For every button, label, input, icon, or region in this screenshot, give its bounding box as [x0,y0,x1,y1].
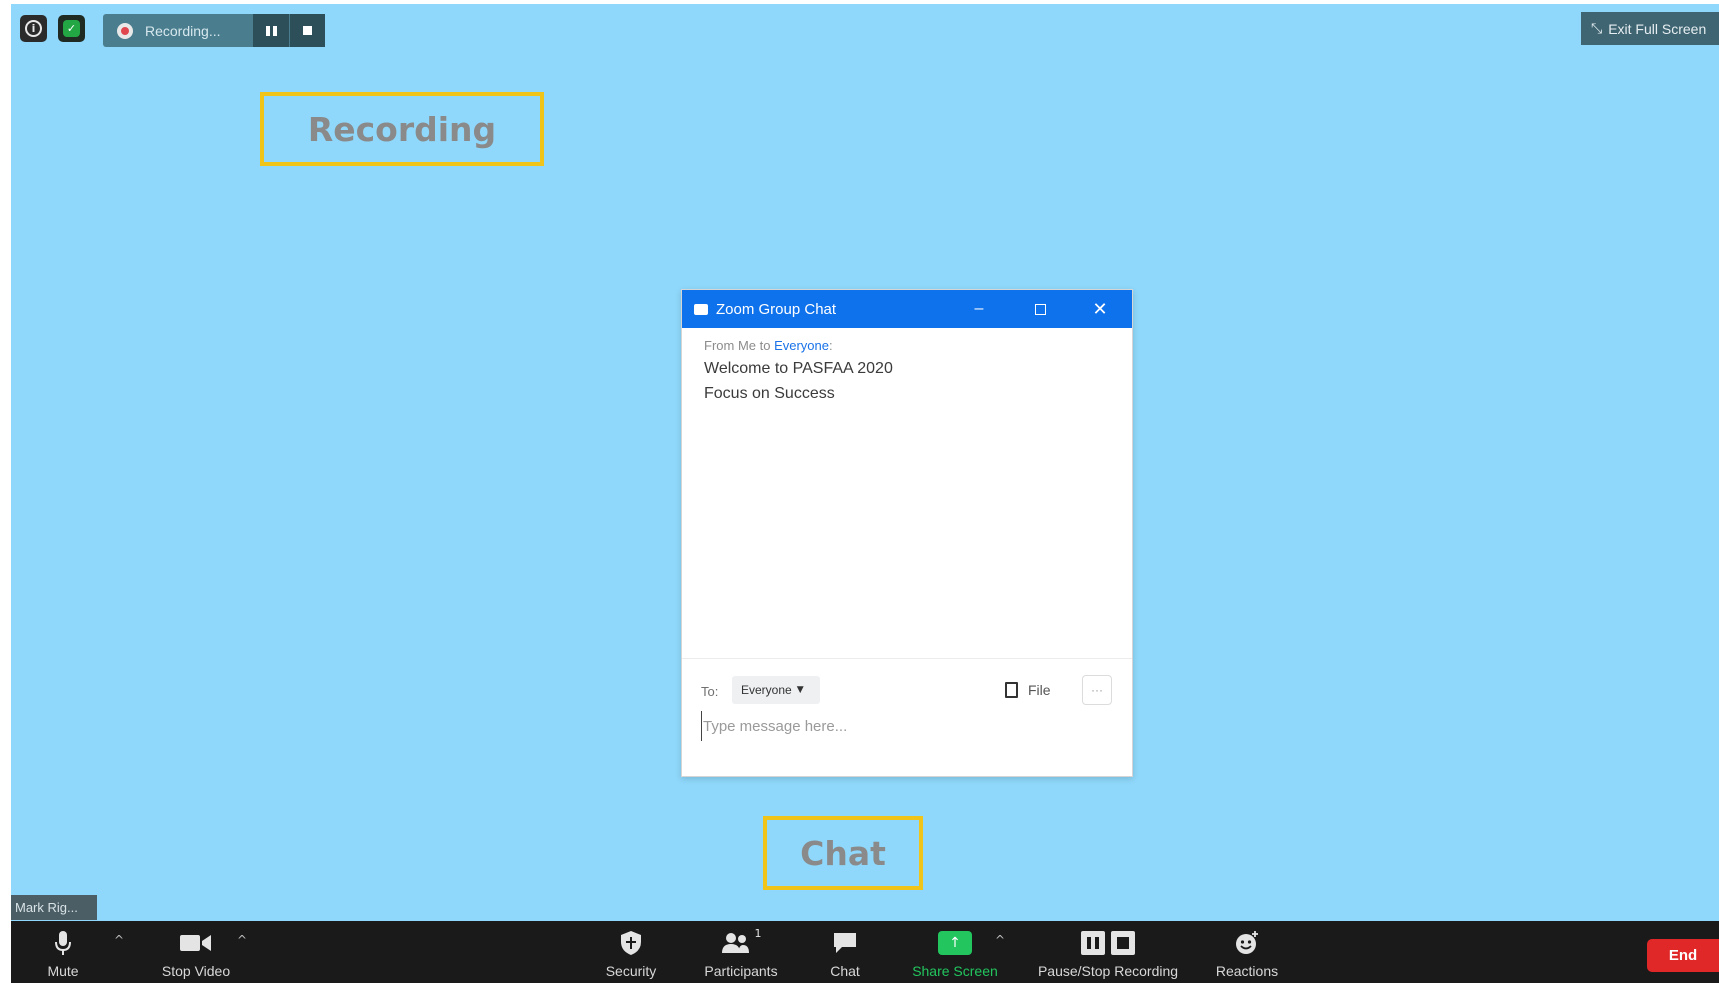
stop-icon [303,26,312,35]
exit-full-screen-label: Exit Full Screen [1608,20,1707,37]
video-camera-icon [180,927,212,959]
share-options-caret[interactable]: ^ [995,933,1005,947]
share-screen-label: Share Screen [912,963,998,979]
pause-stop-recording-button[interactable]: Pause/Stop Recording [1022,921,1194,983]
shield-check-icon: ✓ [63,20,80,37]
participants-count: 1 [754,927,762,940]
meeting-toolbar: Mute ^ Stop Video ^ Security 1 Participa… [11,921,1719,983]
maximize-icon [1034,303,1046,315]
recording-indicator: Recording... [103,14,325,47]
share-screen-button[interactable]: ↑ Share Screen [906,921,1004,983]
chat-callout-label: Chat [800,833,886,873]
message-line: Welcome to PASFAA 2020 [704,360,893,377]
close-button[interactable]: ✕ [1085,290,1115,328]
reactions-button[interactable]: Reactions [1207,921,1287,983]
maximize-button[interactable] [1025,290,1055,328]
participants-button[interactable]: 1 Participants [693,921,789,983]
zoom-chat-icon [694,303,708,315]
audio-options-caret[interactable]: ^ [114,933,124,947]
minimize-button[interactable]: – [964,290,994,328]
end-label: End [1668,947,1698,964]
shield-icon [620,927,642,959]
recording-status-text: Recording... [145,22,221,39]
chat-footer-divider [682,658,1132,659]
pause-stop-recording-icon [1080,927,1136,959]
chat-button[interactable]: Chat [817,921,873,983]
stop-recording-button[interactable] [290,14,325,47]
smiley-icon [1234,927,1260,959]
chevron-down-icon: ▼ [796,685,804,695]
chat-title-bar[interactable]: Zoom Group Chat – ✕ [682,290,1132,328]
message-header: From Me to Everyone: [704,338,833,353]
security-label: Security [605,963,657,979]
message-line: Focus on Success [704,385,835,402]
recording-callout: Recording [260,92,544,166]
video-options-caret[interactable]: ^ [237,933,247,947]
mute-label: Mute [47,963,79,979]
chat-label: Chat [830,963,860,979]
reactions-label: Reactions [1215,963,1279,979]
chat-callout: Chat [763,816,923,890]
chat-bubble-icon [832,927,858,959]
meeting-video-area: i ✓ Recording... ⤡ Exit Full Screen Reco… [11,4,1719,983]
recipient-select-value: Everyone [741,683,792,697]
exit-full-screen-button[interactable]: ⤡ Exit Full Screen [1581,12,1719,45]
mute-button[interactable]: Mute [35,921,91,983]
recording-callout-label: Recording [307,109,497,149]
stop-video-button[interactable]: Stop Video [147,921,245,983]
to-label: To: [701,684,719,699]
message-recipient[interactable]: Everyone [774,338,829,353]
microphone-icon [54,927,72,959]
participants-label: Participants [704,963,778,979]
chat-window-title: Zoom Group Chat [716,300,837,318]
participant-name-tag: Mark Rig... [11,895,97,920]
pause-stop-recording-label: Pause/Stop Recording [1037,963,1179,979]
collapse-arrows-icon: ⤡ [1591,20,1603,36]
stop-video-label: Stop Video [161,963,231,979]
end-meeting-button[interactable]: End [1647,939,1719,972]
recipient-select[interactable]: Everyone ▼ [732,676,820,704]
more-options-button[interactable]: ··· [1082,675,1112,705]
more-dots-icon: ··· [1091,683,1103,697]
participants-icon: 1 [721,927,762,959]
meeting-info-button[interactable]: i [20,15,47,42]
recording-dot-icon [117,22,133,39]
chat-window: Zoom Group Chat – ✕ From Me to Everyone:… [681,289,1133,777]
encryption-status-button[interactable]: ✓ [58,15,85,42]
file-icon [1005,682,1018,698]
pause-icon [265,25,277,36]
pause-recording-button[interactable] [253,14,289,47]
message-input[interactable] [701,711,1111,741]
info-icon: i [25,20,42,37]
file-button[interactable]: File [1005,676,1051,704]
security-button[interactable]: Security [595,921,667,983]
share-screen-icon: ↑ [938,927,972,959]
file-label: File [1028,682,1051,698]
